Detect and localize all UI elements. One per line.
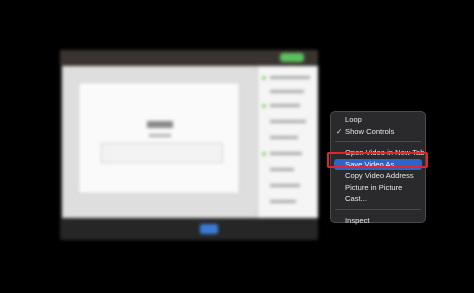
menu-item-label: Loop (345, 115, 362, 124)
video-logo (147, 121, 173, 128)
sidebar-line (270, 120, 306, 123)
video-input-field (101, 143, 223, 163)
menu-item-picture-in-picture[interactable]: Picture in Picture (334, 182, 422, 194)
sidebar-dot (262, 152, 266, 156)
sidebar-line (270, 90, 304, 93)
menu-item-label: Picture in Picture (345, 182, 403, 192)
menu-item-label: Copy Video Address (345, 171, 414, 180)
menu-separator (335, 141, 421, 142)
sidebar-line (270, 168, 294, 171)
annotation-highlight-box (327, 152, 428, 168)
sidebar-dot (262, 104, 266, 108)
video-player[interactable] (60, 50, 318, 240)
menu-item-label: Cast... (345, 194, 367, 203)
menu-item-show-controls[interactable]: ✓ Show Controls (334, 126, 422, 138)
menu-item-label: Show Controls (345, 126, 395, 136)
video-green-button (280, 53, 304, 62)
menu-item-cast[interactable]: Cast... (334, 193, 422, 205)
menu-separator (335, 208, 421, 210)
menu-item-inspect[interactable]: Inspect (334, 215, 422, 227)
sidebar-line (270, 136, 298, 139)
menu-item-loop[interactable]: Loop (334, 114, 422, 126)
sidebar-line (270, 104, 300, 107)
video-logo-subtitle (149, 134, 171, 137)
sidebar-line (270, 76, 310, 79)
checkmark-icon: ✓ (336, 126, 343, 136)
video-blue-button (200, 224, 218, 234)
menu-item-label: Inspect (345, 215, 370, 225)
sidebar-line (270, 184, 300, 187)
video-card (78, 82, 240, 194)
video-sidebar (257, 66, 318, 238)
sidebar-dot (262, 76, 266, 80)
sidebar-line (270, 200, 296, 203)
video-bottom-bar (60, 218, 318, 240)
sidebar-line (270, 152, 302, 155)
menu-item-copy-video-address[interactable]: Copy Video Address (334, 170, 422, 182)
